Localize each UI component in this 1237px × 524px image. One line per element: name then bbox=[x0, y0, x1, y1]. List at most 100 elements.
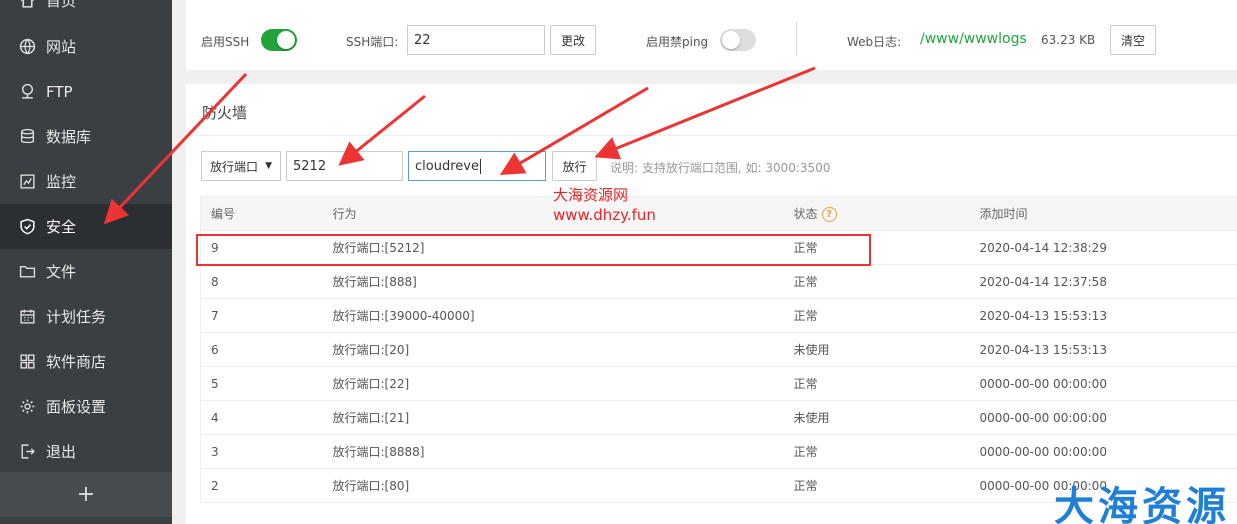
watermark-logo: 大海资源 bbox=[1054, 484, 1230, 524]
shield-icon bbox=[18, 218, 36, 236]
cell-id: 2 bbox=[200, 468, 323, 503]
allow-port-button[interactable]: 放行 bbox=[552, 151, 597, 181]
globe-icon bbox=[18, 38, 36, 56]
folder-icon bbox=[18, 263, 36, 281]
monitor-icon bbox=[18, 173, 36, 191]
cell-action: 放行端口:[21] bbox=[322, 400, 784, 435]
column-header-time: 添加时间 bbox=[969, 196, 1237, 231]
logout-icon bbox=[18, 443, 36, 461]
status-header-label: 状态 bbox=[793, 207, 818, 221]
cell-action: 放行端口:[39000-40000] bbox=[322, 298, 784, 333]
ssh-toggle[interactable] bbox=[261, 29, 297, 51]
clear-log-button[interactable]: 清空 bbox=[1110, 25, 1156, 55]
cell-id: 5 bbox=[200, 366, 323, 401]
cell-status: 正常 bbox=[783, 298, 970, 333]
caret-down-icon: ▼ bbox=[265, 161, 272, 171]
calendar-icon bbox=[18, 308, 36, 326]
divider bbox=[186, 135, 1237, 136]
sidebar-item-label: FTP bbox=[46, 82, 73, 101]
cell-action: 放行端口:[80] bbox=[322, 468, 784, 503]
remark-input-text: cloudreve bbox=[415, 158, 479, 174]
cell-time: 2020-04-14 12:37:58 bbox=[969, 264, 1237, 299]
table-header-row: 编号 行为 状态? 添加时间 bbox=[200, 196, 1237, 231]
weblog-size: 63.23 KB bbox=[1041, 33, 1096, 47]
sidebar-item-database[interactable]: 数据库 bbox=[0, 114, 172, 159]
rule-type-select[interactable]: 放行端口 ▼ bbox=[201, 151, 281, 181]
sidebar-item-label: 安全 bbox=[46, 218, 77, 236]
change-port-button[interactable]: 更改 bbox=[550, 25, 596, 55]
cell-action: 放行端口:[888] bbox=[322, 264, 784, 299]
watermark-site-name: 大海资源网 bbox=[553, 186, 629, 204]
column-header-status: 状态? bbox=[783, 196, 970, 231]
sidebar-item-app-store[interactable]: 软件商店 bbox=[0, 339, 172, 384]
cell-time: 2020-04-13 15:53:13 bbox=[969, 298, 1237, 333]
ssh-port-label: SSH端口: bbox=[346, 35, 399, 49]
sidebar-item-home[interactable]: 首页 bbox=[0, 0, 172, 23]
sidebar-item-label: 面板设置 bbox=[46, 398, 107, 416]
home-icon bbox=[18, 0, 36, 10]
remark-input[interactable]: cloudreve bbox=[408, 151, 546, 181]
sidebar-item-website[interactable]: 网站 bbox=[0, 24, 172, 69]
table-row: 8 放行端口:[888] 正常 2020-04-14 12:37:58 bbox=[200, 264, 1237, 299]
weblog-path-link[interactable]: /www/wwwlogs bbox=[920, 31, 1027, 47]
firewall-hint: 说明: 支持放行端口范围, 如: 3000:3500 bbox=[610, 161, 831, 175]
sidebar-item-label: 软件商店 bbox=[46, 353, 107, 371]
sidebar-item-files[interactable]: 文件 bbox=[0, 249, 172, 294]
cell-status: 未使用 bbox=[783, 400, 970, 435]
cell-id: 4 bbox=[200, 400, 323, 435]
security-settings-panel: 启用SSH SSH端口: 22 更改 启用禁ping Web日志: /www/w… bbox=[186, 0, 1237, 70]
cell-time: 0000-00-00 00:00:00 bbox=[969, 366, 1237, 401]
sidebar-item-security[interactable]: 安全 bbox=[0, 204, 172, 249]
cell-action: 放行端口:[22] bbox=[322, 366, 784, 401]
cell-time: 0000-00-00 00:00:00 bbox=[969, 434, 1237, 469]
cell-status: 正常 bbox=[783, 468, 970, 503]
watermark-site-url: www.dhzy.fun bbox=[553, 206, 656, 224]
sidebar-item-logout[interactable]: 退出 bbox=[0, 429, 172, 474]
weblog-label: Web日志: bbox=[847, 35, 902, 49]
cell-id: 6 bbox=[200, 332, 323, 367]
sidebar: 首页 网站 FTP 数据库 监控 安全 文件 计划任务 软件商店 面板设置 退出… bbox=[0, 0, 172, 524]
rule-type-value: 放行端口 bbox=[210, 159, 259, 174]
cell-time: 0000-00-00 00:00:00 bbox=[969, 400, 1237, 435]
ping-toggle-label: 启用禁ping bbox=[646, 35, 709, 49]
table-row: 5 放行端口:[22] 正常 0000-00-00 00:00:00 bbox=[200, 366, 1237, 401]
sidebar-item-cron[interactable]: 计划任务 bbox=[0, 294, 172, 339]
apps-icon bbox=[18, 353, 36, 371]
cell-status: 正常 bbox=[783, 366, 970, 401]
help-icon[interactable]: ? bbox=[821, 207, 837, 222]
gear-icon bbox=[18, 398, 36, 416]
highlight-box bbox=[196, 234, 871, 266]
cell-status: 正常 bbox=[783, 264, 970, 299]
table-row: 4 放行端口:[21] 未使用 0000-00-00 00:00:00 bbox=[200, 400, 1237, 435]
cell-action: 放行端口:[20] bbox=[322, 332, 784, 367]
sidebar-item-label: 计划任务 bbox=[46, 308, 107, 326]
cell-status: 未使用 bbox=[783, 332, 970, 367]
database-icon bbox=[18, 128, 36, 146]
sidebar-item-monitor[interactable]: 监控 bbox=[0, 159, 172, 204]
divider bbox=[796, 22, 797, 56]
ssh-port-input[interactable]: 22 bbox=[407, 25, 545, 55]
sidebar-item-label: 首页 bbox=[46, 0, 77, 10]
column-header-id: 编号 bbox=[200, 196, 323, 231]
ssh-toggle-label: 启用SSH bbox=[201, 35, 250, 49]
table-row: 6 放行端口:[20] 未使用 2020-04-13 15:53:13 bbox=[200, 332, 1237, 367]
firewall-title: 防火墙 bbox=[202, 104, 248, 122]
cell-action: 放行端口:[8888] bbox=[322, 434, 784, 469]
sidebar-item-label: 数据库 bbox=[46, 128, 92, 146]
cell-time: 2020-04-13 15:53:13 bbox=[969, 332, 1237, 367]
cell-id: 3 bbox=[200, 434, 323, 469]
sidebar-item-ftp[interactable]: FTP bbox=[0, 69, 172, 114]
sidebar-item-label: 监控 bbox=[46, 173, 77, 191]
sidebar-add-button[interactable]: + bbox=[0, 472, 172, 517]
text-cursor bbox=[479, 158, 481, 174]
sidebar-item-label: 文件 bbox=[46, 263, 77, 281]
table-row: 3 放行端口:[8888] 正常 0000-00-00 00:00:00 bbox=[200, 434, 1237, 469]
firewall-panel: 防火墙 放行端口 ▼ 5212 cloudreve 放行 说明: 支持放行端口范… bbox=[186, 84, 1237, 524]
cell-id: 8 bbox=[200, 264, 323, 299]
sidebar-item-label: 网站 bbox=[46, 38, 77, 56]
port-input[interactable]: 5212 bbox=[286, 151, 403, 181]
sidebar-item-panel-settings[interactable]: 面板设置 bbox=[0, 384, 172, 429]
cell-time: 2020-04-14 12:38:29 bbox=[969, 230, 1237, 265]
table-row: 7 放行端口:[39000-40000] 正常 2020-04-13 15:53:13 bbox=[200, 298, 1237, 333]
ping-toggle[interactable] bbox=[720, 29, 756, 51]
